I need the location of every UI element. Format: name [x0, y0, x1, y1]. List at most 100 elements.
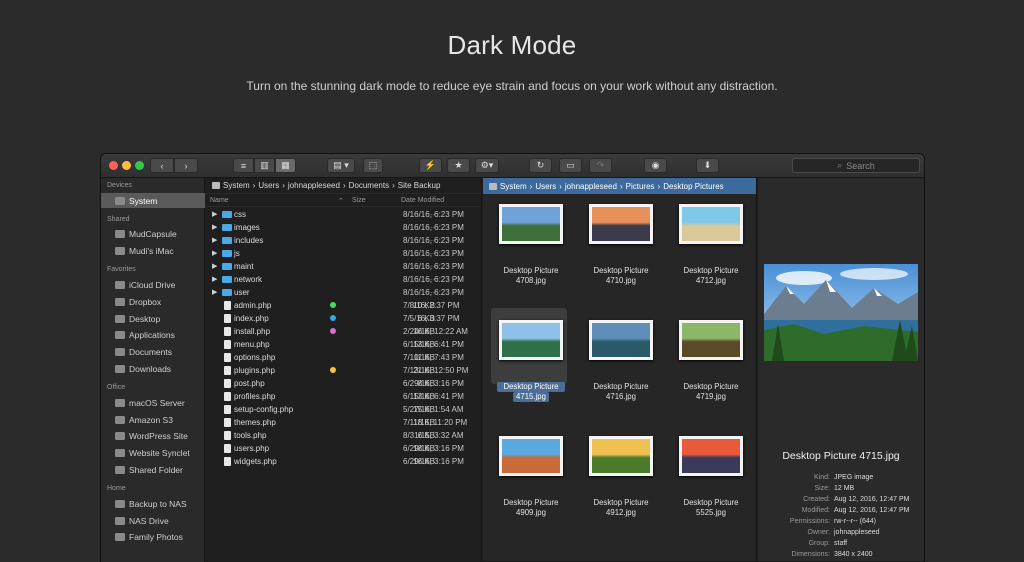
- thumbnail-image[interactable]: [589, 204, 653, 244]
- table-row[interactable]: plugins.php 21 KB 7/13/16, 12:50 PM: [206, 364, 481, 377]
- table-row[interactable]: ▶ js -- 8/16/16, 6:23 PM: [206, 247, 481, 260]
- sidebar-item-desktop[interactable]: Desktop: [101, 311, 205, 326]
- preview-image: [764, 264, 918, 361]
- sidebar-item-system[interactable]: System: [101, 193, 205, 208]
- breadcrumb-item[interactable]: johnappleseed: [565, 182, 617, 191]
- thumbnail-image[interactable]: [679, 436, 743, 476]
- thumbnail-label[interactable]: Desktop Picture 4719.jpg: [671, 382, 751, 402]
- thumbnail-label[interactable]: Desktop Picture 4715.jpg: [491, 382, 571, 402]
- lightning-icon[interactable]: ⚡: [419, 158, 442, 173]
- thumbnail-label[interactable]: Desktop Picture 4912.jpg: [581, 498, 661, 518]
- table-row[interactable]: options.php 11 KB 7/10/16, 7:43 PM: [206, 351, 481, 364]
- minimize-window-button[interactable]: [122, 161, 131, 170]
- breadcrumb-item[interactable]: Users: [535, 182, 556, 191]
- table-row[interactable]: profiles.php 13 KB 6/15/16, 6:41 PM: [206, 390, 481, 403]
- thumbnail-image[interactable]: [589, 436, 653, 476]
- table-row[interactable]: index.php 6 KB 7/5/16, 3:37 PM: [206, 312, 481, 325]
- sidebar-item-dropbox[interactable]: Dropbox: [101, 294, 205, 309]
- table-row[interactable]: tools.php 6 KB 8/31/15, 3:32 AM: [206, 429, 481, 442]
- column-name-header[interactable]: Name: [210, 197, 229, 204]
- breadcrumb-item[interactable]: Documents: [349, 181, 389, 190]
- sidebar-item-amazon-s3[interactable]: Amazon S3: [101, 412, 205, 427]
- thumbnail-image[interactable]: [499, 204, 563, 244]
- sidebar-item-wordpress-site[interactable]: WordPress Site: [101, 429, 205, 444]
- table-row[interactable]: admin.php 10 KB 7/8/16, 2:37 PM: [206, 299, 481, 312]
- thumbnail-image[interactable]: [499, 320, 563, 360]
- favorite-star-icon[interactable]: ★: [447, 158, 470, 173]
- disclosure-triangle-icon[interactable]: ▶: [212, 236, 217, 244]
- sidebar-item-backup-to-nas[interactable]: Backup to NAS: [101, 496, 205, 511]
- sidebar-item-documents[interactable]: Documents: [101, 345, 205, 360]
- gear-menu-icon[interactable]: ⚙▾: [475, 158, 499, 173]
- shared-folder-icon: [115, 465, 125, 474]
- close-window-button[interactable]: [109, 161, 118, 170]
- table-row[interactable]: ▶ maint -- 8/16/16, 6:23 PM: [206, 260, 481, 273]
- thumbnail-image[interactable]: [499, 436, 563, 476]
- sidebar-item-mudi-s-imac[interactable]: Mudi's iMac: [101, 244, 205, 259]
- file-icon: [224, 431, 231, 440]
- search-input[interactable]: ⌕ Search: [792, 158, 920, 173]
- table-row[interactable]: users.php 18 KB 6/29/16, 3:16 PM: [206, 442, 481, 455]
- sidebar-item-nas-drive[interactable]: NAS Drive: [101, 513, 205, 528]
- sidebar-item-shared-folder[interactable]: Shared Folder: [101, 462, 205, 477]
- thumbnail-label[interactable]: Desktop Picture 4710.jpg: [581, 266, 661, 286]
- sidebar-item-icloud-drive[interactable]: iCloud Drive: [101, 277, 205, 292]
- breadcrumb-item[interactable]: Desktop Pictures: [663, 182, 723, 191]
- breadcrumb-item[interactable]: System: [223, 181, 250, 190]
- sidebar-item-family-photos[interactable]: Family Photos: [101, 530, 205, 545]
- thumbnail-label[interactable]: Desktop Picture 4708.jpg: [491, 266, 571, 286]
- disclosure-triangle-icon[interactable]: ▶: [212, 210, 217, 218]
- arrange-menu-button[interactable]: ▤ ▾: [327, 158, 355, 173]
- breadcrumb-separator: ›: [392, 181, 395, 190]
- table-row[interactable]: ▶ images -- 8/16/16, 6:23 PM: [206, 221, 481, 234]
- disclosure-triangle-icon[interactable]: ▶: [212, 262, 217, 270]
- file-name: network: [234, 275, 263, 284]
- table-row[interactable]: widgets.php 16 KB 6/29/16, 3:16 PM: [206, 455, 481, 468]
- sidebar-item-mudcapsule[interactable]: MudCapsule: [101, 227, 205, 242]
- new-folder-icon[interactable]: ⬚: [363, 158, 383, 173]
- terminal-icon[interactable]: ▭: [559, 158, 582, 173]
- server-icon: [115, 398, 125, 407]
- breadcrumb-item[interactable]: Users: [258, 181, 279, 190]
- breadcrumb-item[interactable]: Site Backup: [398, 181, 441, 190]
- thumbnail-label[interactable]: Desktop Picture 5525.jpg: [671, 498, 751, 518]
- table-row[interactable]: setup-config.php 15 KB 5/27/16, 1:54 AM: [206, 403, 481, 416]
- share-icon[interactable]: ↷: [589, 158, 612, 173]
- icon-view-icon[interactable]: ▦: [275, 158, 296, 173]
- zoom-window-button[interactable]: [135, 161, 144, 170]
- table-row[interactable]: install.php 16 KB 2/24/16, 12:22 AM: [206, 325, 481, 338]
- column-date-header[interactable]: Date Modified: [401, 197, 444, 204]
- forward-button[interactable]: ›: [174, 158, 198, 173]
- table-row[interactable]: themes.php 18 KB 7/11/16, 11:20 PM: [206, 416, 481, 429]
- sidebar-item-website-synclet[interactable]: Website Synclet: [101, 446, 205, 461]
- table-row[interactable]: ▶ user -- 8/16/16, 6:23 PM: [206, 286, 481, 299]
- breadcrumb-item[interactable]: johnappleseed: [288, 181, 340, 190]
- list-view-icon[interactable]: ≡: [233, 158, 254, 173]
- thumbnail-label[interactable]: Desktop Picture 4909.jpg: [491, 498, 571, 518]
- thumbnail-image[interactable]: [589, 320, 653, 360]
- column-size-header[interactable]: Size: [352, 197, 366, 204]
- thumbnail-label[interactable]: Desktop Picture 4716.jpg: [581, 382, 661, 402]
- preview-eye-icon[interactable]: ◉: [644, 158, 667, 173]
- table-row[interactable]: ▶ css -- 8/16/16, 6:23 PM: [206, 208, 481, 221]
- table-row[interactable]: post.php 8 KB 6/29/16, 3:16 PM: [206, 377, 481, 390]
- sidebar-item-downloads[interactable]: Downloads: [101, 361, 205, 376]
- disclosure-triangle-icon[interactable]: ▶: [212, 223, 217, 231]
- disclosure-triangle-icon[interactable]: ▶: [212, 275, 217, 283]
- breadcrumb-item[interactable]: System: [500, 182, 527, 191]
- table-row[interactable]: menu.php 13 KB 6/15/16, 6:41 PM: [206, 338, 481, 351]
- download-icon[interactable]: ⬇: [696, 158, 719, 173]
- disclosure-triangle-icon[interactable]: ▶: [212, 288, 217, 296]
- sidebar-item-macos-server[interactable]: macOS Server: [101, 395, 205, 410]
- disclosure-triangle-icon[interactable]: ▶: [212, 249, 217, 257]
- table-row[interactable]: ▶ includes -- 8/16/16, 6:23 PM: [206, 234, 481, 247]
- thumbnail-image[interactable]: [679, 320, 743, 360]
- column-view-icon[interactable]: ▥: [254, 158, 275, 173]
- back-button[interactable]: ‹: [150, 158, 174, 173]
- sidebar-item-applications[interactable]: Applications: [101, 328, 205, 343]
- thumbnail-label[interactable]: Desktop Picture 4712.jpg: [671, 266, 751, 286]
- sync-icon[interactable]: ↻: [529, 158, 552, 173]
- table-row[interactable]: ▶ network -- 8/16/16, 6:23 PM: [206, 273, 481, 286]
- thumbnail-image[interactable]: [679, 204, 743, 244]
- breadcrumb-item[interactable]: Pictures: [626, 182, 655, 191]
